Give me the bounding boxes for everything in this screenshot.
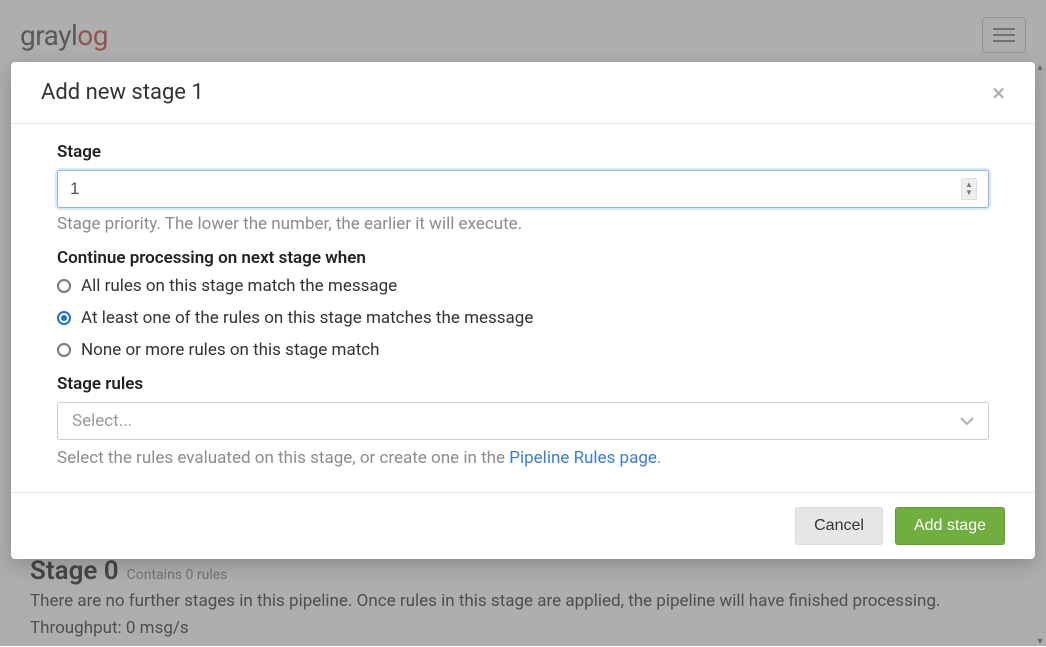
stage-input-wrapper: ▲ ▼ — [57, 170, 989, 208]
add-stage-button[interactable]: Add stage — [895, 507, 1005, 545]
stage-label: Stage — [57, 142, 989, 162]
stage-rules-select[interactable]: Select... — [57, 402, 989, 440]
continue-processing-radio-group: All rules on this stage match the messag… — [57, 276, 989, 360]
vertical-scrollbar[interactable]: ▴ ▾ — [1034, 62, 1046, 646]
stage-help-text: Stage priority. The lower the number, th… — [57, 214, 989, 234]
radio-icon — [57, 279, 71, 293]
stage-number-input[interactable] — [57, 170, 989, 208]
pipeline-rules-link[interactable]: Pipeline Rules page — [509, 448, 657, 468]
modal-header: Add new stage 1 × — [11, 62, 1035, 124]
radio-label: All rules on this stage match the messag… — [81, 276, 397, 296]
radio-icon — [57, 343, 71, 357]
stage-rules-help: Select the rules evaluated on this stage… — [57, 448, 989, 468]
add-stage-modal: Add new stage 1 × Stage ▲ ▼ Stage priori… — [11, 62, 1035, 559]
rules-help-prefix: Select the rules evaluated on this stage… — [57, 448, 509, 468]
radio-icon — [57, 311, 71, 325]
number-stepper[interactable]: ▲ ▼ — [961, 178, 977, 200]
modal-body: Stage ▲ ▼ Stage priority. The lower the … — [11, 124, 1035, 492]
radio-option-none-or-more[interactable]: None or more rules on this stage match — [57, 340, 989, 360]
rules-help-suffix: . — [657, 448, 661, 468]
modal-footer: Cancel Add stage — [11, 492, 1035, 559]
radio-option-at-least-one[interactable]: At least one of the rules on this stage … — [57, 308, 989, 328]
scroll-up-icon: ▴ — [1035, 62, 1045, 72]
radio-label: At least one of the rules on this stage … — [81, 308, 533, 328]
stage-rules-label: Stage rules — [57, 374, 989, 394]
radio-label: None or more rules on this stage match — [81, 340, 380, 360]
select-placeholder: Select... — [72, 411, 132, 431]
continue-processing-label: Continue processing on next stage when — [57, 248, 989, 268]
scroll-down-icon: ▾ — [1035, 636, 1045, 646]
chevron-down-icon: ▼ — [965, 189, 973, 197]
modal-title: Add new stage 1 — [41, 80, 204, 105]
cancel-button[interactable]: Cancel — [795, 507, 883, 545]
close-icon[interactable]: × — [992, 81, 1005, 105]
chevron-down-icon — [960, 411, 974, 431]
radio-option-all-match[interactable]: All rules on this stage match the messag… — [57, 276, 989, 296]
